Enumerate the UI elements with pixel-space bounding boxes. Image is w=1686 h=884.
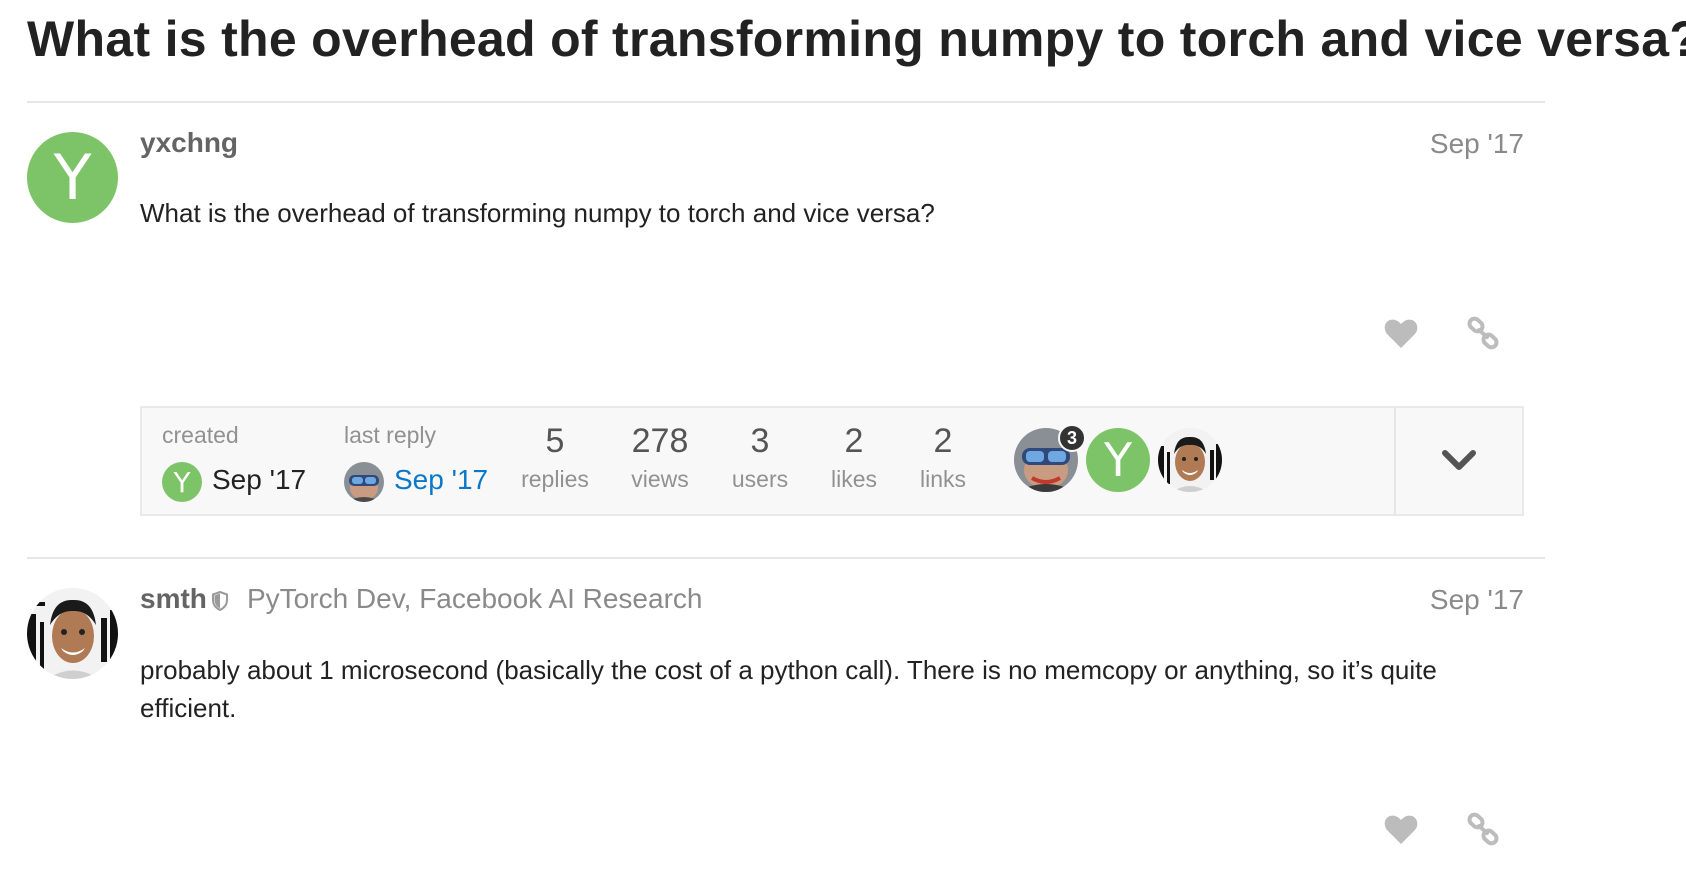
post-body: What is the overhead of transforming num…: [140, 198, 935, 228]
smth-avatar-icon: [27, 588, 118, 679]
shield-icon: [212, 591, 228, 611]
topic-map: created Y Sep '17 last reply Sep '17 5 r…: [140, 406, 1524, 516]
avatar[interactable]: Y: [27, 132, 118, 223]
post-username[interactable]: smth: [140, 583, 207, 615]
links-label[interactable]: links: [888, 466, 998, 493]
post-divider: [27, 557, 1545, 559]
chevron-down-icon[interactable]: [1441, 449, 1477, 473]
views-label: views: [631, 466, 689, 492]
smth-avatar-icon: [1158, 428, 1222, 492]
participant-post-count: 3: [1058, 424, 1086, 452]
post-date[interactable]: Sep '17: [1430, 128, 1524, 160]
map-divider: [1394, 408, 1396, 514]
post-body: probably about 1 microsecond (basically …: [140, 655, 1437, 723]
replies-label: replies: [521, 466, 589, 492]
title-divider: [27, 101, 1545, 103]
link-icon[interactable]: [1465, 315, 1501, 351]
link-icon[interactable]: [1465, 811, 1501, 847]
user-title: PyTorch Dev, Facebook AI Research: [247, 583, 703, 614]
last-reply-avatar[interactable]: [344, 462, 384, 502]
heart-icon[interactable]: [1383, 811, 1419, 847]
last-reply-label: last reply: [344, 422, 437, 448]
last-reply-date[interactable]: Sep '17: [394, 464, 488, 496]
participant-avatar[interactable]: Y: [1086, 428, 1150, 492]
post-date[interactable]: Sep '17: [1430, 584, 1524, 616]
participant-avatar[interactable]: [1158, 428, 1222, 492]
post-username[interactable]: yxchng: [140, 127, 238, 159]
views-count: 278: [631, 422, 689, 460]
topic-title: What is the overhead of transforming num…: [27, 11, 1686, 67]
created-label: created: [162, 422, 239, 448]
heart-icon[interactable]: [1383, 315, 1419, 351]
goggles-avatar-icon: [344, 462, 384, 502]
created-date[interactable]: Sep '17: [212, 464, 306, 496]
replies-count: 5: [545, 422, 565, 460]
created-avatar[interactable]: Y: [162, 462, 202, 502]
links-count[interactable]: 2: [888, 422, 998, 461]
avatar[interactable]: [27, 588, 118, 679]
